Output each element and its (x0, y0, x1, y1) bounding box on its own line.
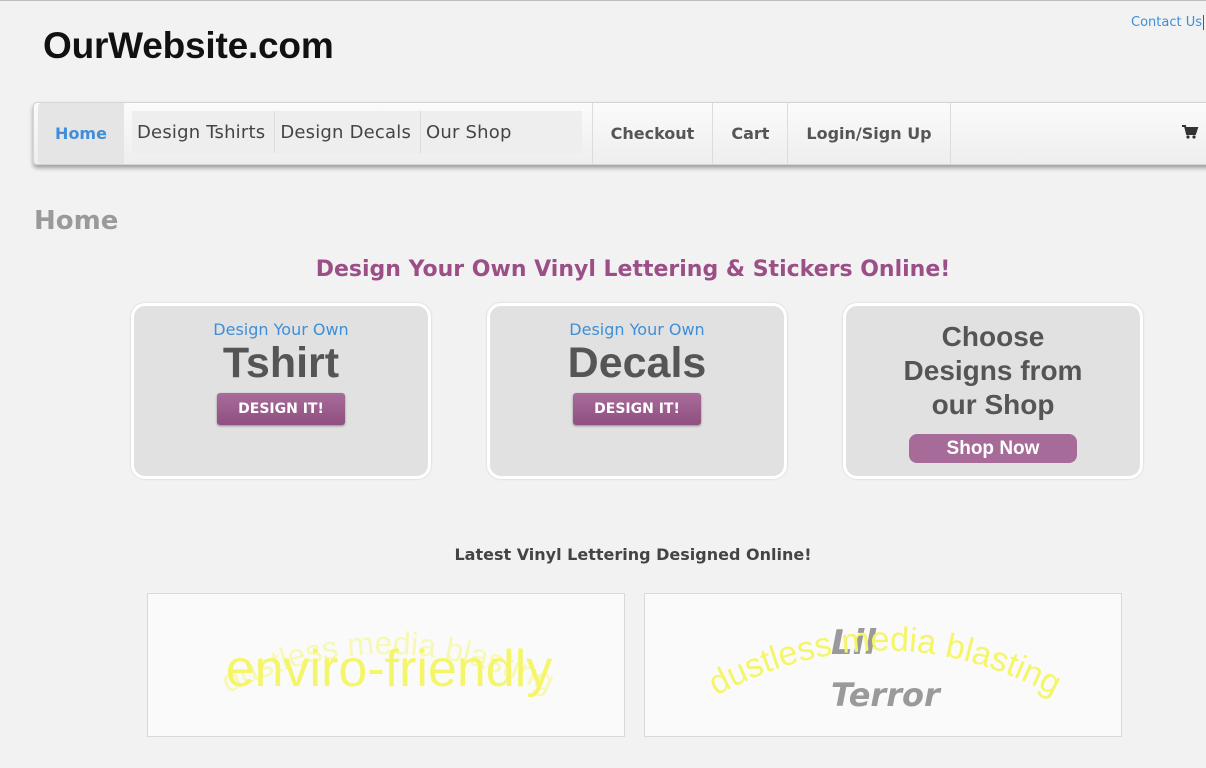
card-subtitle: Design Your Own (569, 320, 705, 339)
card-shop-line: Designs from (903, 355, 1083, 386)
design-preview-1-main-text: enviro-friendly (226, 640, 553, 698)
design-tshirt-button[interactable]: DESIGN IT! (217, 393, 345, 425)
design-decals-card: Design Your Own Decals DESIGN IT! (487, 303, 787, 479)
nav-design-decals[interactable]: Design Decals (275, 111, 422, 153)
shop-now-button[interactable]: Shop Now (909, 434, 1077, 463)
design-preview-1[interactable]: dustless media blasting enviro-friendly (147, 593, 625, 737)
tagline: Design Your Own Vinyl Lettering & Sticke… (315, 257, 951, 282)
nav-design-group: Design Tshirts Design Decals Our Shop (132, 111, 582, 153)
nav-checkout[interactable]: Checkout (591, 103, 713, 164)
site-title[interactable]: OurWebsite.com (43, 25, 334, 67)
nav-home[interactable]: Home (38, 103, 124, 164)
card-subtitle: Design Your Own (213, 320, 349, 339)
nav-login-signup[interactable]: Login/Sign Up (787, 103, 951, 164)
card-title: Tshirt (222, 339, 340, 387)
shopping-cart-icon[interactable] (1181, 123, 1199, 141)
nav-our-shop[interactable]: Our Shop (421, 111, 582, 153)
nav-right-group: Checkout Cart Login/Sign Up (591, 103, 951, 164)
design-tshirt-card: Design Your Own Tshirt DESIGN IT! (131, 303, 431, 479)
design-preview-2[interactable]: Lil Terror dustless media blasting (644, 593, 1122, 737)
card-title: Decals (567, 339, 707, 387)
nav-cart[interactable]: Cart (712, 103, 787, 164)
shop-card: Choose Designs from our Shop Shop Now (843, 303, 1143, 479)
card-shop-text: Choose Designs from our Shop (846, 320, 1140, 422)
nav-design-tshirts[interactable]: Design Tshirts (132, 111, 276, 153)
contact-us-link[interactable]: Contact Us (1131, 15, 1204, 30)
page-heading: Home (34, 206, 119, 236)
design-preview-2-art: Lil Terror dustless media blasting (702, 620, 1067, 714)
main-nav: Home Design Tshirts Design Decals Our Sh… (33, 102, 1206, 165)
design-preview-1-art: dustless media blasting enviro-friendly (216, 625, 561, 700)
latest-heading: Latest Vinyl Lettering Designed Online! (454, 545, 812, 564)
design-preview-2-line2: Terror (831, 676, 942, 714)
card-shop-line: Choose (941, 321, 1045, 352)
card-shop-line: our Shop (931, 389, 1055, 420)
design-decals-button[interactable]: DESIGN IT! (573, 393, 701, 425)
